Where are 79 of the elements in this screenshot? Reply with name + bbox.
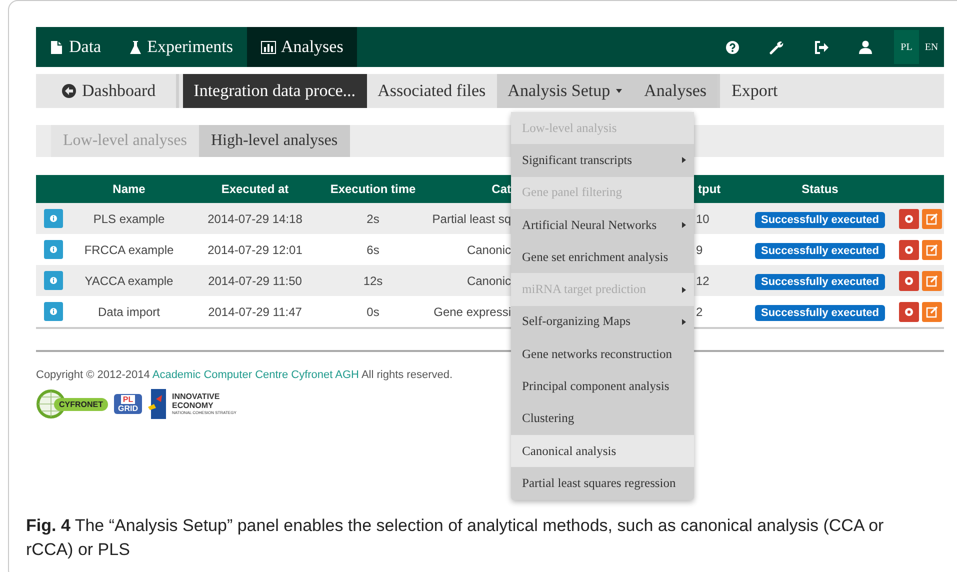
info-button-icon[interactable] [44, 240, 62, 259]
delete-button-icon[interactable] [899, 208, 919, 228]
table-cell-text: PLS example [92, 212, 166, 226]
table-cell-text: 2 [696, 304, 704, 318]
sign-out-icon[interactable] [814, 40, 829, 54]
menu-item[interactable]: Clustering [511, 402, 694, 435]
status-badge: Successfully executed [754, 304, 885, 320]
info-button-icon[interactable] [44, 271, 62, 290]
nav-tab[interactable]: Integration data proce... [182, 74, 367, 108]
wrench-icon[interactable] [769, 40, 784, 54]
copyright-text: Copyright © 2012-2014 Academic Computer Centre Cyfronet AGH All rights reserved. [36, 369, 454, 381]
edit-button-icon[interactable] [922, 270, 942, 290]
delete-button-icon[interactable] [899, 270, 919, 290]
edit-button-icon[interactable] [922, 240, 942, 260]
table-cell-text: 2014-07-29 11:50 [207, 274, 303, 288]
analysis-setup-dropdown[interactable]: Analysis Setup [496, 74, 634, 108]
delete-button-icon[interactable] [899, 240, 919, 260]
file-icon [50, 40, 64, 54]
table-cell-text: 2014-07-29 11:47 [207, 304, 303, 318]
table-cell-text: Gene expressi [432, 304, 511, 318]
delete-button-icon[interactable] [899, 302, 919, 322]
status-badge: Successfully executed [754, 274, 885, 290]
info-button-icon[interactable] [44, 209, 62, 228]
table-cell-text: 10 [696, 212, 710, 226]
logo-text: ECONOMY [172, 401, 214, 410]
figure-caption: Fig. 4 The “Analysis Setup” panel enables the selection of analytical methods, such as canonical analysis (CCA or rCCA) or PLS [26, 515, 885, 561]
table-cell-text: 0s [366, 304, 380, 318]
user-icon[interactable] [859, 40, 872, 54]
menu-item[interactable]: Gene networks reconstruction [511, 338, 694, 370]
table-cell-text: FRCCA example [83, 242, 175, 256]
plgrid-logo: PL GRID [114, 394, 142, 414]
table-cell-text: 6s [366, 242, 380, 256]
edit-button-icon[interactable] [922, 302, 942, 322]
table-cell-text: 2s [366, 212, 380, 226]
flask-icon [129, 40, 142, 54]
menu-item[interactable]: Canonical analysis [511, 434, 694, 468]
table-cell-text: 2014-07-29 14:18 [206, 212, 304, 226]
nav-tab[interactable]: Associated files [366, 74, 497, 108]
logo-text: INNOVATIVE [172, 392, 221, 401]
status-badge: Successfully executed [754, 242, 885, 258]
flag-logo-icon [148, 389, 166, 419]
table-cell-text: Canonic [466, 274, 511, 288]
language-tab[interactable]: EN [919, 27, 944, 67]
column-header: Status [800, 182, 840, 196]
table-cell-text: Partial least sq [431, 212, 511, 226]
status-badge: Successfully executed [754, 212, 885, 228]
table-cell-text: Canonic [466, 242, 511, 256]
menu-item[interactable]: Artificial Neural Networks [511, 208, 694, 242]
dashboard-link[interactable]: Dashboard [36, 74, 176, 108]
table-cell-text: Data import [96, 304, 162, 318]
table-cell-text: 12s [362, 274, 384, 288]
help-icon[interactable] [726, 40, 739, 54]
cyfronet-logo: CYFRONET [36, 389, 108, 419]
table-cell-text: YACCA example [84, 274, 174, 288]
edit-button-icon[interactable] [922, 208, 942, 228]
menu-item[interactable]: Significant transcripts [511, 144, 694, 177]
menu-item[interactable]: Partial least squares regression [511, 467, 694, 500]
nav-tab[interactable]: Experiments [115, 27, 248, 67]
menu-item[interactable]: Principal component analysis [511, 370, 694, 403]
column-header: Cat [490, 182, 511, 196]
nav-tab[interactable]: Export [720, 74, 789, 108]
language-tab[interactable]: PL [894, 30, 919, 64]
table-cell-text: 9 [696, 242, 704, 256]
table-cell-text: 12 [696, 274, 710, 288]
column-header: Execution time [329, 182, 417, 196]
bar-chart-icon [261, 40, 276, 54]
column-header: Executed at [220, 182, 290, 196]
menu-item[interactable]: Gene set enrichment analysis [511, 241, 694, 274]
nav-tab[interactable]: Analyses [247, 27, 358, 67]
back-arrow-icon [62, 84, 76, 98]
nav-tab[interactable]: Data [36, 27, 116, 67]
table-cell-text: 2014-07-29 12:01 [206, 242, 304, 256]
info-button-icon[interactable] [44, 302, 62, 321]
level-tab[interactable]: High-level analyses [198, 125, 350, 157]
column-header: Name [112, 182, 146, 196]
column-header: tput [697, 182, 722, 196]
nav-tab[interactable]: Analyses [633, 74, 718, 108]
caret-icon [616, 89, 622, 93]
menu-item[interactable]: Self-organizing Maps [511, 306, 694, 338]
